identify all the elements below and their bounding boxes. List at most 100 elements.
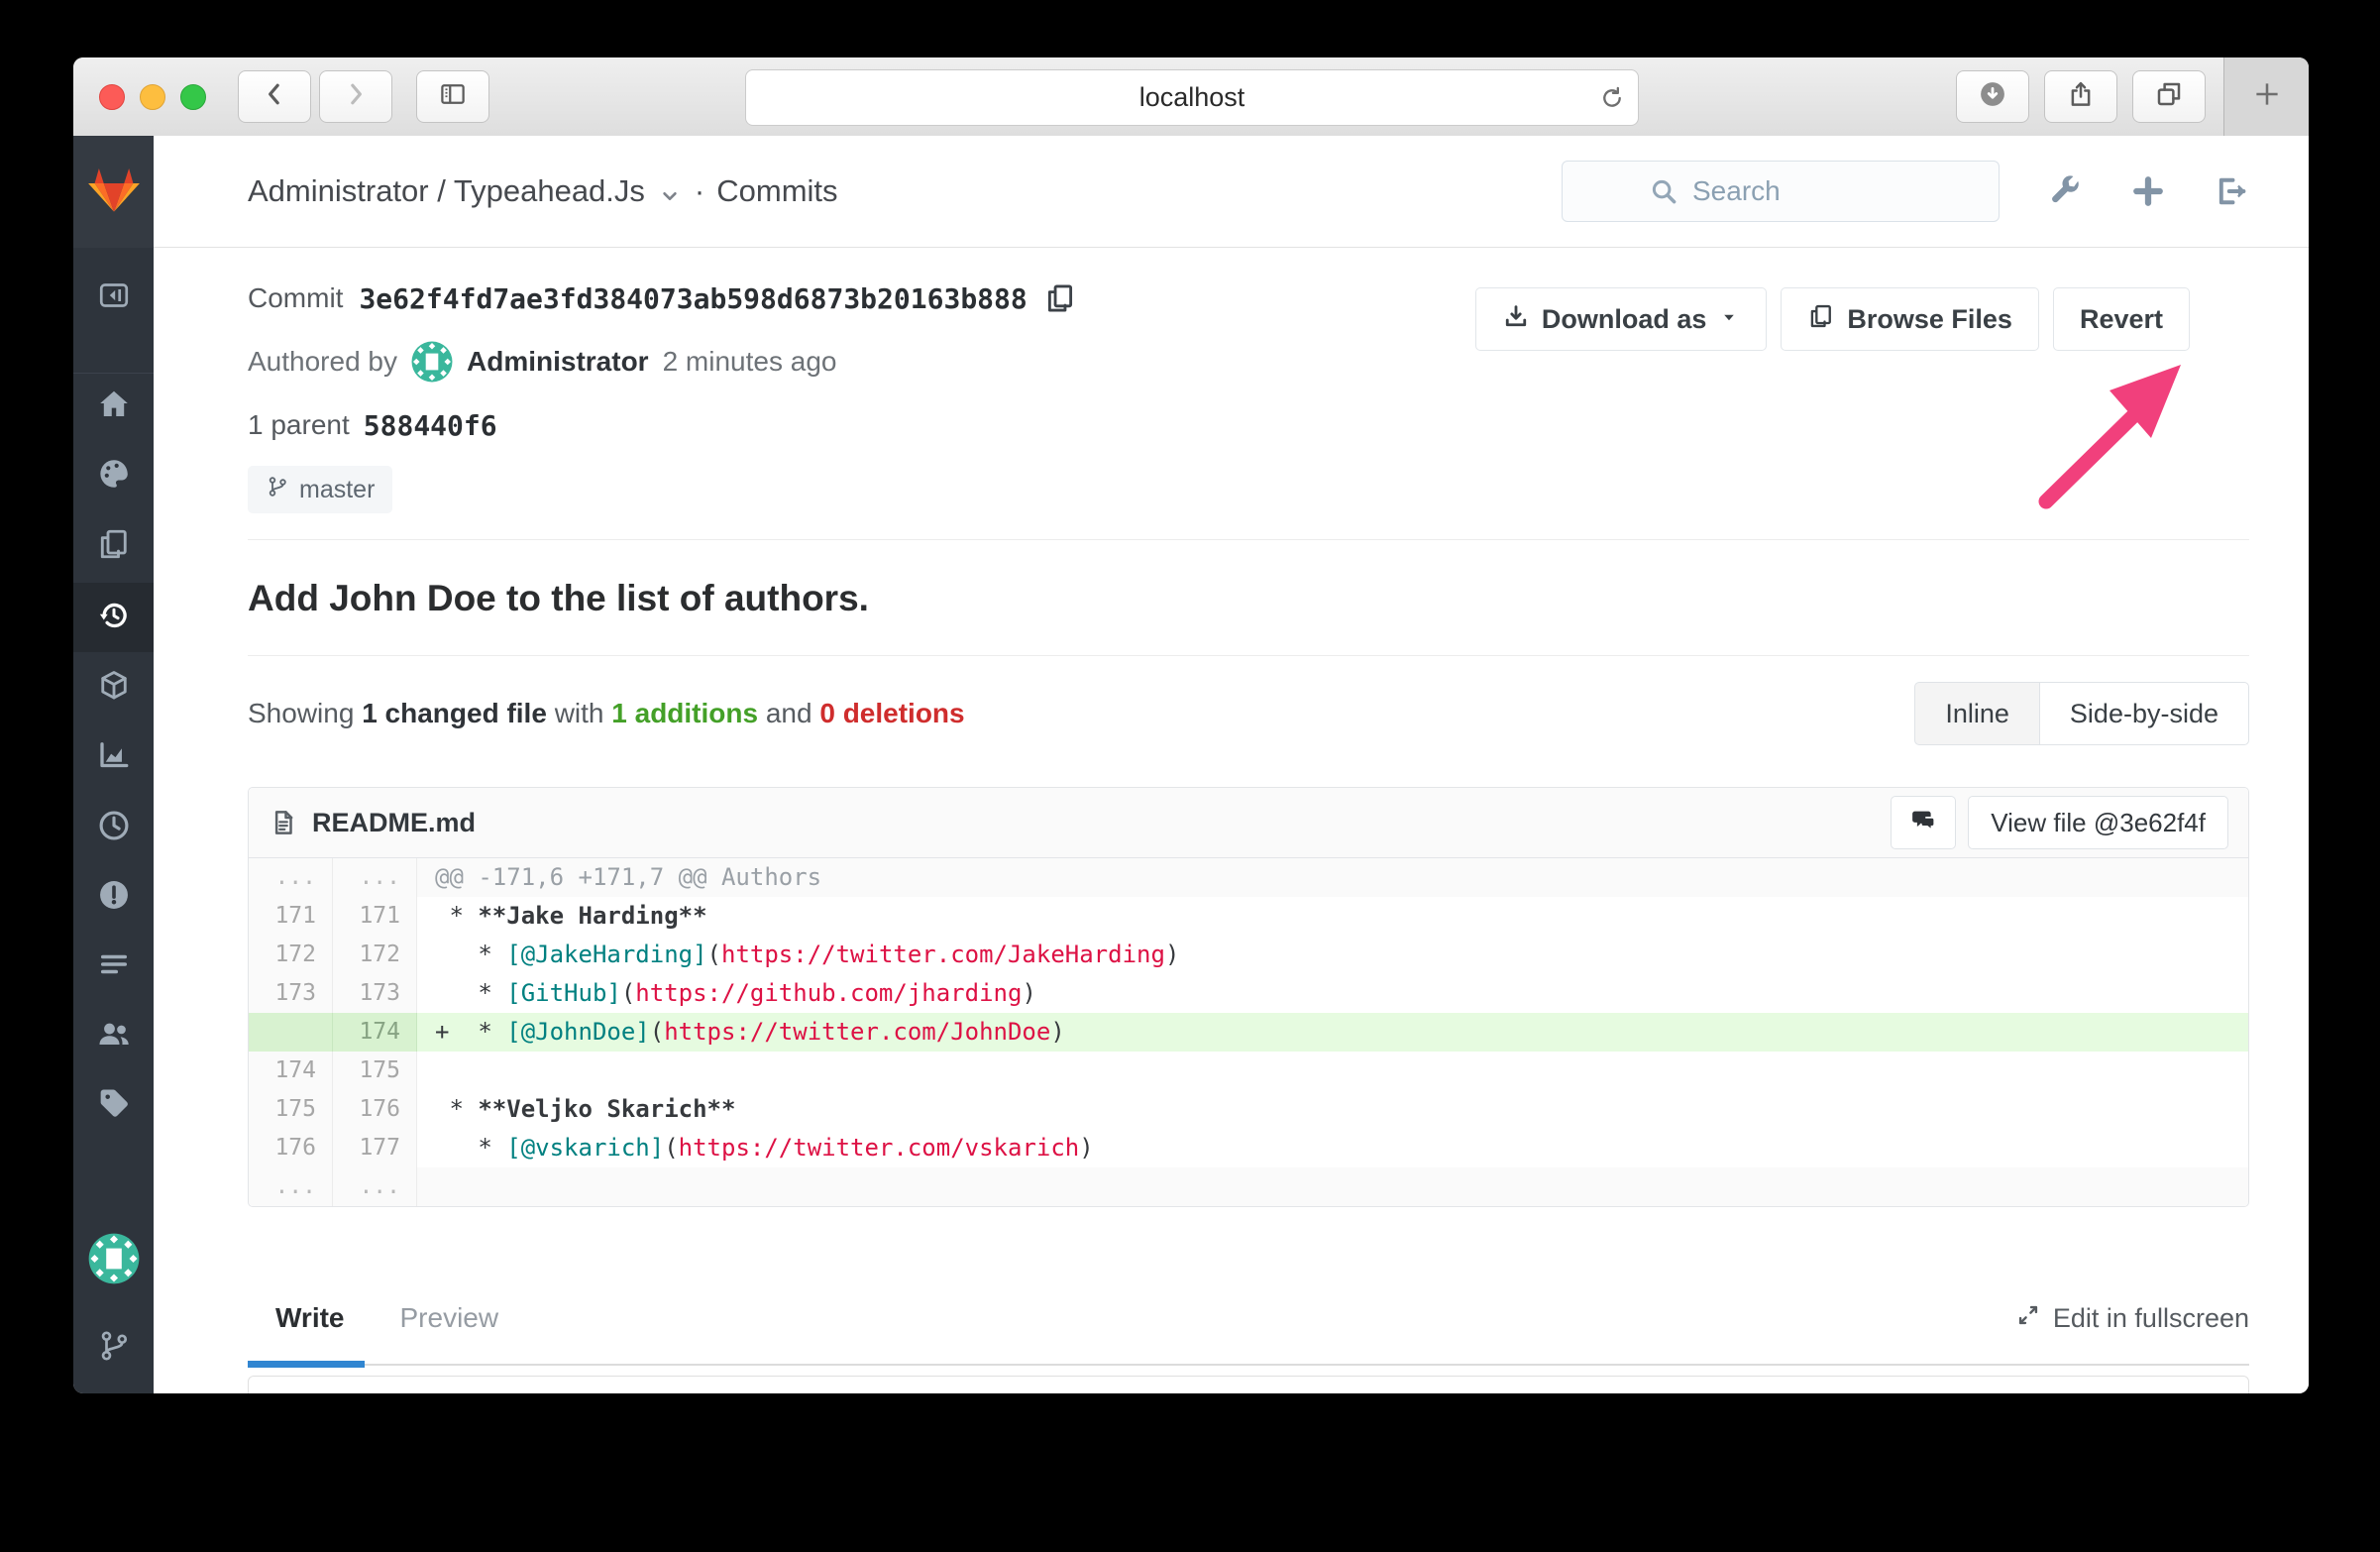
list-icon bbox=[96, 946, 132, 987]
line-number-old[interactable] bbox=[249, 1013, 333, 1052]
parent-label: 1 parent bbox=[248, 409, 350, 440]
line-number-new[interactable]: ... bbox=[333, 858, 417, 897]
inline-view-button[interactable]: Inline bbox=[1914, 682, 2039, 745]
line-number-new[interactable]: 172 bbox=[333, 936, 417, 974]
download-as-label: Download as bbox=[1541, 303, 1707, 334]
sign-out-icon[interactable] bbox=[2214, 173, 2249, 209]
diff-row: 176 177 * [@vskarich](https://twitter.com… bbox=[249, 1129, 2248, 1167]
sidebar-item-merge-requests[interactable] bbox=[73, 939, 154, 994]
forward-button[interactable] bbox=[319, 70, 392, 123]
minimize-window-button[interactable] bbox=[140, 83, 165, 110]
sidebar-item-milestones[interactable] bbox=[73, 800, 154, 855]
line-number-old[interactable]: 174 bbox=[249, 1052, 333, 1090]
line-number-new[interactable]: 174 bbox=[333, 1013, 417, 1052]
downloads-button[interactable] bbox=[1956, 70, 2029, 123]
comment-textarea[interactable] bbox=[248, 1376, 2249, 1393]
sidebar-item-activity[interactable] bbox=[73, 448, 154, 503]
admin-wrench-icon[interactable] bbox=[2047, 173, 2083, 209]
code-segment: **Veljko Skarich** bbox=[478, 1095, 736, 1123]
avatar-identicon-icon bbox=[411, 341, 453, 383]
cube-icon bbox=[96, 668, 132, 709]
zoom-window-button[interactable] bbox=[180, 83, 206, 110]
share-button[interactable] bbox=[2044, 70, 2117, 123]
diff-filename[interactable]: README.md bbox=[312, 808, 476, 838]
line-number-new[interactable]: ... bbox=[333, 1167, 417, 1206]
copy-sha-icon[interactable] bbox=[1043, 281, 1077, 315]
comment-button[interactable] bbox=[1891, 796, 1957, 849]
line-number-new[interactable]: 177 bbox=[333, 1129, 417, 1167]
line-number-new[interactable]: 176 bbox=[333, 1090, 417, 1129]
chevron-down-icon[interactable] bbox=[657, 181, 683, 207]
app-sidebar bbox=[73, 136, 154, 1393]
line-number-old[interactable]: ... bbox=[249, 1167, 333, 1206]
code-segment: * bbox=[435, 941, 507, 968]
sidebar-item-project-home[interactable] bbox=[73, 379, 154, 434]
tab-preview[interactable]: Preview bbox=[373, 1290, 527, 1346]
page-title: Commits bbox=[716, 173, 838, 208]
sidebar-item-issues[interactable] bbox=[73, 869, 154, 925]
code-segment: ) bbox=[1079, 1134, 1094, 1162]
files-icon bbox=[1807, 302, 1835, 337]
diff-row: 171 171 * **Jake Harding** bbox=[249, 897, 2248, 936]
sidebar-item-branches[interactable] bbox=[73, 1320, 154, 1376]
code-line: * **Jake Harding** bbox=[417, 897, 2248, 936]
line-number-new[interactable]: 175 bbox=[333, 1052, 417, 1090]
side-by-side-view-button[interactable]: Side-by-side bbox=[2038, 682, 2249, 745]
line-number-old[interactable]: 176 bbox=[249, 1129, 333, 1167]
line-number-old[interactable]: 172 bbox=[249, 936, 333, 974]
parent-sha-link[interactable]: 588440f6 bbox=[364, 409, 497, 442]
code-segment: * bbox=[435, 902, 479, 930]
browse-files-button[interactable]: Browse Files bbox=[1781, 287, 2039, 351]
sidebar-item-commits[interactable] bbox=[73, 583, 154, 652]
close-window-button[interactable] bbox=[99, 83, 125, 110]
line-number-old[interactable]: 171 bbox=[249, 897, 333, 936]
sidebar-item-files[interactable] bbox=[73, 518, 154, 574]
diff-row: 174 175 bbox=[249, 1052, 2248, 1090]
branch-name: master bbox=[299, 475, 376, 503]
clock-icon bbox=[96, 808, 132, 848]
edit-fullscreen-link[interactable]: Edit in fullscreen bbox=[2015, 1302, 2249, 1335]
sidebar-item-members[interactable] bbox=[73, 1008, 154, 1063]
sidebar-item-builds[interactable] bbox=[73, 660, 154, 716]
line-number-new[interactable]: 173 bbox=[333, 974, 417, 1013]
gitlab-logo[interactable] bbox=[73, 136, 154, 248]
code-line: * [@JakeHarding](https://twitter.com/Jak… bbox=[417, 936, 2248, 974]
code-line: * **Veljko Skarich** bbox=[417, 1090, 2248, 1129]
tab-write[interactable]: Write bbox=[248, 1290, 373, 1346]
issue-icon bbox=[96, 877, 132, 918]
line-number-new[interactable]: 171 bbox=[333, 897, 417, 936]
author-name[interactable]: Administrator bbox=[467, 346, 649, 378]
sidebar-toggle-button[interactable] bbox=[416, 70, 489, 123]
code-segment: ) bbox=[1022, 979, 1036, 1007]
code-segment: + * bbox=[435, 1018, 507, 1046]
sidebar-item-profile[interactable] bbox=[73, 1233, 154, 1288]
code-line: * [@vskarich](https://twitter.com/vskari… bbox=[417, 1129, 2248, 1167]
reload-icon[interactable] bbox=[1598, 84, 1626, 112]
breadcrumb[interactable]: Administrator / Typeahead.Js bbox=[248, 173, 645, 209]
diff-row: ...... @@ -171,6 +171,7 @@ Authors bbox=[249, 858, 2248, 897]
line-number-old[interactable]: ... bbox=[249, 858, 333, 897]
avatar-identicon bbox=[88, 1233, 140, 1289]
search-box[interactable] bbox=[1562, 161, 2000, 222]
search-input[interactable] bbox=[1690, 174, 1912, 208]
line-number-old[interactable]: 175 bbox=[249, 1090, 333, 1129]
download-as-button[interactable]: Download as bbox=[1474, 287, 1768, 351]
tabs-rule bbox=[248, 1361, 2249, 1368]
branch-badge[interactable]: master bbox=[248, 466, 393, 513]
code-line: + * [@JohnDoe](https://twitter.com/JohnD… bbox=[417, 1013, 2248, 1052]
back-button[interactable] bbox=[238, 70, 311, 123]
new-project-icon[interactable] bbox=[2130, 173, 2166, 209]
line-number-old[interactable]: 173 bbox=[249, 974, 333, 1013]
address-bar[interactable]: localhost bbox=[745, 69, 1639, 126]
new-tab-button[interactable] bbox=[2223, 57, 2309, 136]
revert-button[interactable]: Revert bbox=[2052, 287, 2190, 351]
code-segment: ( bbox=[706, 941, 721, 968]
sidebar-item-collapse[interactable] bbox=[73, 270, 154, 325]
view-file-button[interactable]: View file @3e62f4f bbox=[1968, 796, 2228, 849]
author-avatar bbox=[411, 341, 453, 383]
browser-window: localhost Administrator / Typeahead.Js ·… bbox=[73, 57, 2309, 1393]
sidebar-item-graphs[interactable] bbox=[73, 729, 154, 785]
sidebar-item-labels[interactable] bbox=[73, 1077, 154, 1133]
tab-overview-button[interactable] bbox=[2132, 70, 2206, 123]
gitlab-fox-icon bbox=[87, 165, 141, 219]
